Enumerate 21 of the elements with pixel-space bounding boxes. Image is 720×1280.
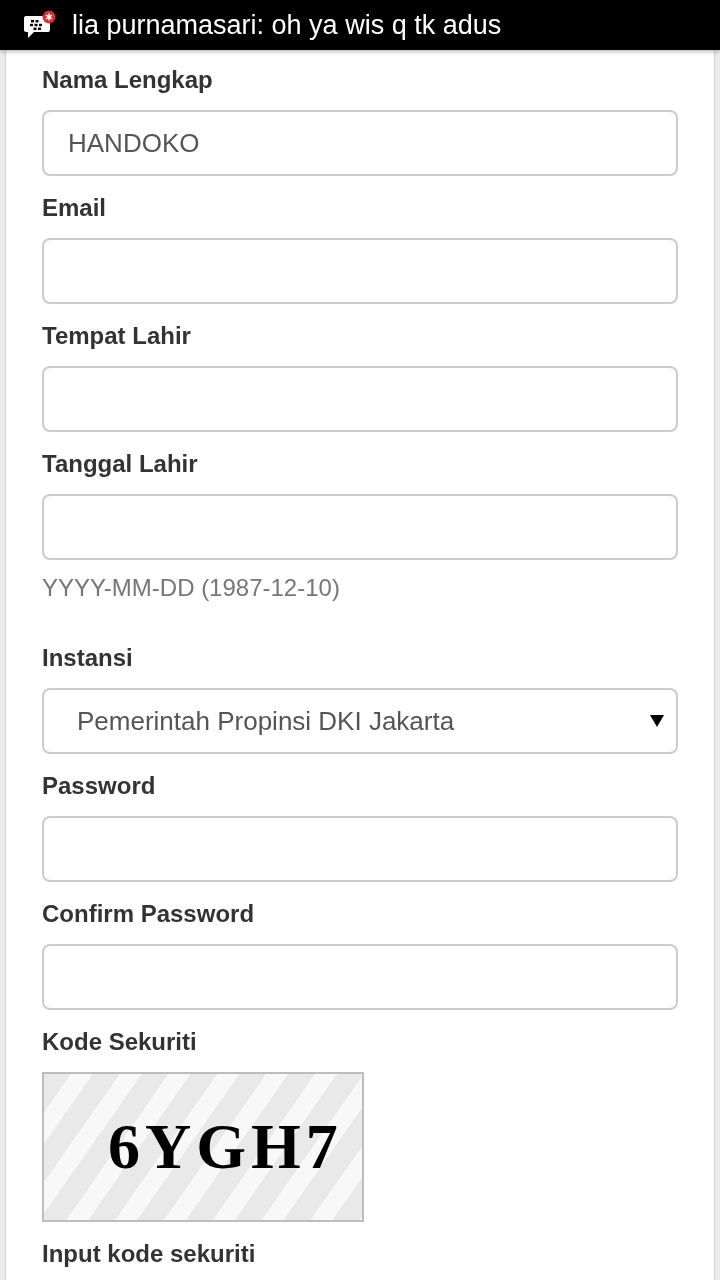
field-label: Tanggal Lahir bbox=[42, 449, 198, 479]
captcha-code: 6YGH7 bbox=[108, 1115, 343, 1179]
text-field[interactable]: HANDOKO bbox=[42, 110, 678, 176]
notification-text: lia purnamasari: oh ya wis q tk adus bbox=[72, 9, 502, 41]
password-field[interactable] bbox=[42, 944, 678, 1010]
field-label: Instansi bbox=[42, 643, 133, 673]
field-label: Tempat Lahir bbox=[42, 321, 191, 351]
text-field[interactable] bbox=[42, 238, 678, 304]
help-text: YYYY-MM-DD (1987-12-10) bbox=[42, 573, 340, 603]
caret-icon bbox=[650, 714, 664, 728]
chat-bubble-icon bbox=[24, 10, 56, 40]
password-field[interactable] bbox=[42, 816, 678, 882]
text-field[interactable] bbox=[42, 494, 678, 560]
field-label: Email bbox=[42, 193, 107, 223]
text-field[interactable] bbox=[42, 366, 678, 432]
dropdown-field[interactable]: Pemerintah Propinsi DKI Jakarta bbox=[42, 688, 678, 754]
field-label: Input kode sekuriti bbox=[42, 1239, 256, 1269]
field-label: Confirm Password bbox=[42, 899, 255, 929]
field-label: Password bbox=[42, 771, 156, 801]
field-label: Kode Sekuriti bbox=[42, 1027, 197, 1057]
field-label: Nama Lengkap bbox=[42, 65, 213, 95]
